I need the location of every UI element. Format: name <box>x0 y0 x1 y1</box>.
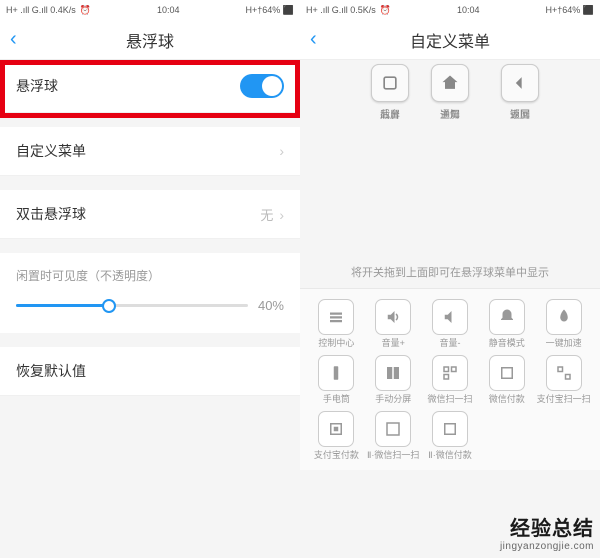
row-label: 恢复默认值 <box>16 361 86 381</box>
shortcut-wechat-scan-2[interactable]: Ⅱ·微信扫一扫 <box>365 411 422 461</box>
shortcut-alipay-scan[interactable]: 支付宝扫一扫 <box>535 355 592 405</box>
row-value: 无 <box>260 208 273 223</box>
shortcut-wechat-pay[interactable]: 微信付款 <box>478 355 535 405</box>
shortcut-volume-down[interactable]: 音量- <box>422 299 479 349</box>
watermark: 经验总结 jingyanzongjie.com <box>500 512 594 552</box>
header: ‹ 自定义菜单 <box>300 20 600 60</box>
float-item-return[interactable]: 返回 <box>490 64 550 121</box>
row-label: 悬浮球 <box>16 76 58 96</box>
phone-right: H+ .ıll G.ıll 0.5K/s ⏰ 10:04 H+†64% ⬛ ‹ 自… <box>300 0 600 558</box>
chevron-right-icon: › <box>279 207 284 223</box>
battery-status: H+†64% ⬛ <box>246 5 294 16</box>
row-double-tap[interactable]: 双击悬浮球 无 › <box>0 190 300 239</box>
shortcut-alipay-pay[interactable]: 支付宝付款 <box>308 411 365 461</box>
toggle-switch[interactable] <box>240 74 284 98</box>
float-menu-area: 通知 截屏 锁屏 后台 返回 主屏 将开关拖到上面即可在悬浮球菜单中显示 控制中… <box>300 60 600 480</box>
available-shortcuts-grid: 控制中心 音量+ 音量- 静音模式 一键加速 手电筒 手动分屏 微信扫一扫 微信… <box>300 289 600 470</box>
home-icon <box>431 64 469 102</box>
row-label: 自定义菜单 <box>16 141 86 161</box>
row-custom-menu[interactable]: 自定义菜单 › <box>0 127 300 176</box>
chevron-right-icon: › <box>279 143 284 159</box>
opacity-slider-section: 闲置时可见度（不透明度） 40% <box>0 253 300 333</box>
shortcut-flashlight[interactable]: 手电筒 <box>308 355 365 405</box>
page-title: 悬浮球 <box>126 28 174 52</box>
shortcut-boost[interactable]: 一键加速 <box>535 299 592 349</box>
opacity-slider[interactable] <box>16 304 248 307</box>
status-bar: H+ .ıll G.ıll 0.5K/s ⏰ 10:04 H+†64% ⬛ <box>300 0 600 20</box>
return-icon <box>501 64 539 102</box>
slider-thumb[interactable] <box>102 299 116 313</box>
row-restore-default[interactable]: 恢复默认值 <box>0 347 300 396</box>
shortcut-control-center[interactable]: 控制中心 <box>308 299 365 349</box>
drag-hint: 将开关拖到上面即可在悬浮球菜单中显示 <box>300 254 600 289</box>
row-float-toggle[interactable]: 悬浮球 <box>0 60 300 113</box>
slider-value: 40% <box>258 298 284 313</box>
network-status: H+ .ıll G.ıll 0.5K/s <box>306 5 376 15</box>
background-icon <box>371 64 409 102</box>
battery-status: H+†64% ⬛ <box>546 5 594 16</box>
float-item-background[interactable]: 后台 <box>360 64 420 121</box>
shortcut-mute[interactable]: 静音模式 <box>478 299 535 349</box>
page-title: 自定义菜单 <box>410 28 490 52</box>
shortcut-split-screen[interactable]: 手动分屏 <box>365 355 422 405</box>
slider-label: 闲置时可见度（不透明度） <box>16 267 284 284</box>
content-area: 悬浮球 自定义菜单 › 双击悬浮球 无 › 闲置时可见度（不透明度） <box>0 60 300 396</box>
status-bar: H+ .ıll G.ıll 0.4K/s ⏰ 10:04 H+†64% ⬛ <box>0 0 300 20</box>
shortcut-wechat-pay-2[interactable]: Ⅱ·微信付款 <box>422 411 479 461</box>
float-item-home[interactable]: 主屏 <box>420 64 480 121</box>
back-button[interactable]: ‹ <box>310 28 317 51</box>
status-time: 10:04 <box>157 5 180 15</box>
network-status: H+ .ıll G.ıll 0.4K/s <box>6 5 76 15</box>
status-time: 10:04 <box>457 5 480 15</box>
header: ‹ 悬浮球 <box>0 20 300 60</box>
alarm-icon: ⏰ <box>380 5 391 16</box>
back-button[interactable]: ‹ <box>10 28 17 51</box>
shortcut-volume-up[interactable]: 音量+ <box>365 299 422 349</box>
row-label: 双击悬浮球 <box>16 204 86 224</box>
shortcut-wechat-scan[interactable]: 微信扫一扫 <box>422 355 479 405</box>
alarm-icon: ⏰ <box>80 5 91 16</box>
phone-left: H+ .ıll G.ıll 0.4K/s ⏰ 10:04 H+†64% ⬛ ‹ 悬… <box>0 0 300 558</box>
